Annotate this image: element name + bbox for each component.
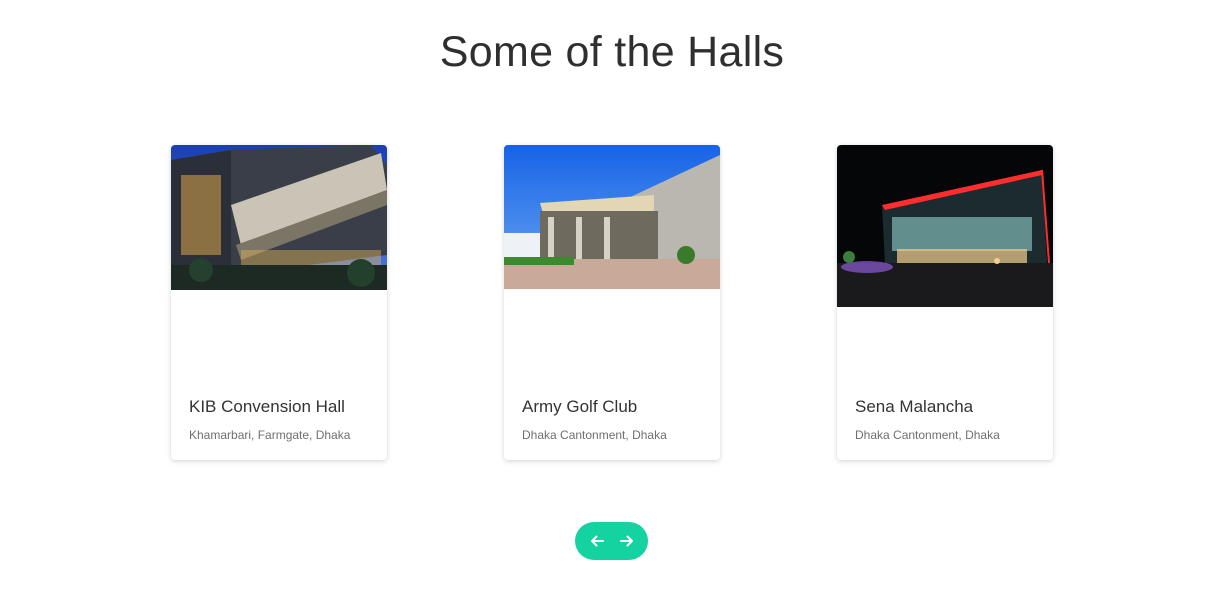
hall-card[interactable]: Army Golf Club Dhaka Cantonment, Dhaka bbox=[504, 145, 720, 460]
arrow-right-icon bbox=[619, 535, 633, 547]
carousel-nav bbox=[575, 522, 648, 560]
hall-name[interactable]: KIB Convension Hall bbox=[189, 397, 345, 417]
hall-image bbox=[837, 145, 1053, 307]
hall-image bbox=[504, 145, 720, 289]
hall-name[interactable]: Army Golf Club bbox=[522, 397, 637, 417]
halls-section: Some of the Halls KIB Convension Hall Kh… bbox=[0, 0, 1230, 596]
hall-card[interactable]: KIB Convension Hall Khamarbari, Farmgate… bbox=[171, 145, 387, 460]
hall-location: Dhaka Cantonment, Dhaka bbox=[522, 428, 667, 442]
prev-button[interactable] bbox=[588, 532, 606, 550]
hall-location: Khamarbari, Farmgate, Dhaka bbox=[189, 428, 351, 442]
hall-location: Dhaka Cantonment, Dhaka bbox=[855, 428, 1000, 442]
hall-card[interactable]: Sena Malancha Dhaka Cantonment, Dhaka bbox=[837, 145, 1053, 460]
next-button[interactable] bbox=[618, 532, 636, 550]
section-title: Some of the Halls bbox=[439, 28, 785, 76]
hall-image bbox=[171, 145, 387, 290]
hall-name[interactable]: Sena Malancha bbox=[855, 397, 973, 417]
arrow-left-icon bbox=[590, 535, 604, 547]
